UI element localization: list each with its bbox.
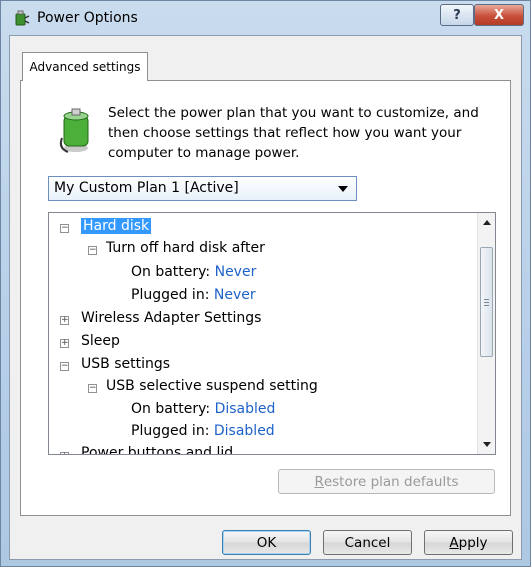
scroll-up-icon[interactable] bbox=[483, 220, 491, 225]
usb-plugged-in-label: Plugged in: bbox=[131, 423, 210, 439]
help-button[interactable]: ? bbox=[440, 4, 474, 26]
scroll-down-icon[interactable] bbox=[483, 442, 491, 447]
tree-item-usb-selective-suspend[interactable]: USB selective suspend setting bbox=[106, 378, 318, 394]
window-title: Power Options bbox=[37, 10, 138, 26]
plan-dropdown-value: My Custom Plan 1 [Active] bbox=[54, 180, 239, 196]
tree-item-turn-off-hard-disk[interactable]: Turn off hard disk after bbox=[106, 240, 265, 256]
restore-label: estore plan defaults bbox=[323, 473, 459, 490]
on-battery-label: On battery: bbox=[131, 264, 211, 280]
expand-icon[interactable]: + bbox=[60, 316, 69, 325]
power-options-icon bbox=[15, 10, 30, 26]
on-battery-value[interactable]: Never bbox=[215, 264, 257, 280]
settings-tree[interactable]: − Hard disk − Turn off hard disk after O… bbox=[48, 212, 496, 455]
usb-on-battery-label: On battery: bbox=[131, 401, 211, 417]
tab-advanced-settings[interactable]: Advanced settings bbox=[22, 52, 148, 81]
tree-item-usb-on-battery[interactable]: On battery: Disabled bbox=[131, 401, 275, 417]
usb-on-battery-value[interactable]: Disabled bbox=[215, 401, 276, 417]
close-button[interactable]: X bbox=[474, 4, 524, 26]
plugged-in-value[interactable]: Never bbox=[214, 287, 256, 303]
apply-mnemonic: A bbox=[449, 534, 459, 551]
tree-item-hard-disk[interactable]: Hard disk bbox=[81, 218, 152, 234]
ok-button[interactable]: OK bbox=[222, 530, 311, 555]
grip-line bbox=[484, 299, 489, 300]
apply-button[interactable]: Apply bbox=[424, 530, 513, 555]
restore-mnemonic: R bbox=[314, 473, 324, 490]
collapse-icon[interactable]: − bbox=[88, 246, 97, 255]
tree-item-wireless-adapter[interactable]: Wireless Adapter Settings bbox=[81, 310, 261, 326]
tree-item-plugged-in[interactable]: Plugged in: Never bbox=[131, 287, 256, 303]
plugged-in-label: Plugged in: bbox=[131, 287, 210, 303]
tree-item-usb-plugged-in[interactable]: Plugged in: Disabled bbox=[131, 423, 275, 439]
restore-plan-defaults-button[interactable]: Restore plan defaults bbox=[278, 469, 495, 494]
tree-vertical-scrollbar[interactable] bbox=[477, 213, 495, 454]
collapse-icon[interactable]: − bbox=[60, 362, 69, 371]
collapse-icon[interactable]: − bbox=[88, 384, 97, 393]
collapse-icon[interactable]: − bbox=[60, 224, 69, 233]
expand-icon[interactable]: + bbox=[60, 339, 69, 348]
tree-item-power-buttons-lid[interactable]: Power buttons and lid bbox=[81, 445, 233, 454]
tree-item-sleep[interactable]: Sleep bbox=[81, 333, 120, 349]
plan-description: Select the power plan that you want to c… bbox=[108, 105, 479, 161]
grip-line bbox=[484, 305, 489, 306]
expand-icon[interactable]: + bbox=[60, 452, 69, 454]
usb-plugged-in-value[interactable]: Disabled bbox=[214, 423, 275, 439]
cancel-button[interactable]: Cancel bbox=[323, 530, 412, 555]
battery-plan-icon bbox=[59, 108, 89, 153]
apply-label: pply bbox=[458, 534, 488, 551]
chevron-down-icon bbox=[338, 186, 348, 192]
tree-item-on-battery[interactable]: On battery: Never bbox=[131, 264, 256, 280]
plan-dropdown[interactable]: My Custom Plan 1 [Active] bbox=[48, 176, 357, 201]
title-bar[interactable]: Power Options ? X bbox=[1, 1, 530, 35]
scrollbar-thumb[interactable] bbox=[480, 247, 493, 357]
tree-item-usb-settings[interactable]: USB settings bbox=[81, 356, 170, 372]
grip-line bbox=[484, 302, 489, 303]
